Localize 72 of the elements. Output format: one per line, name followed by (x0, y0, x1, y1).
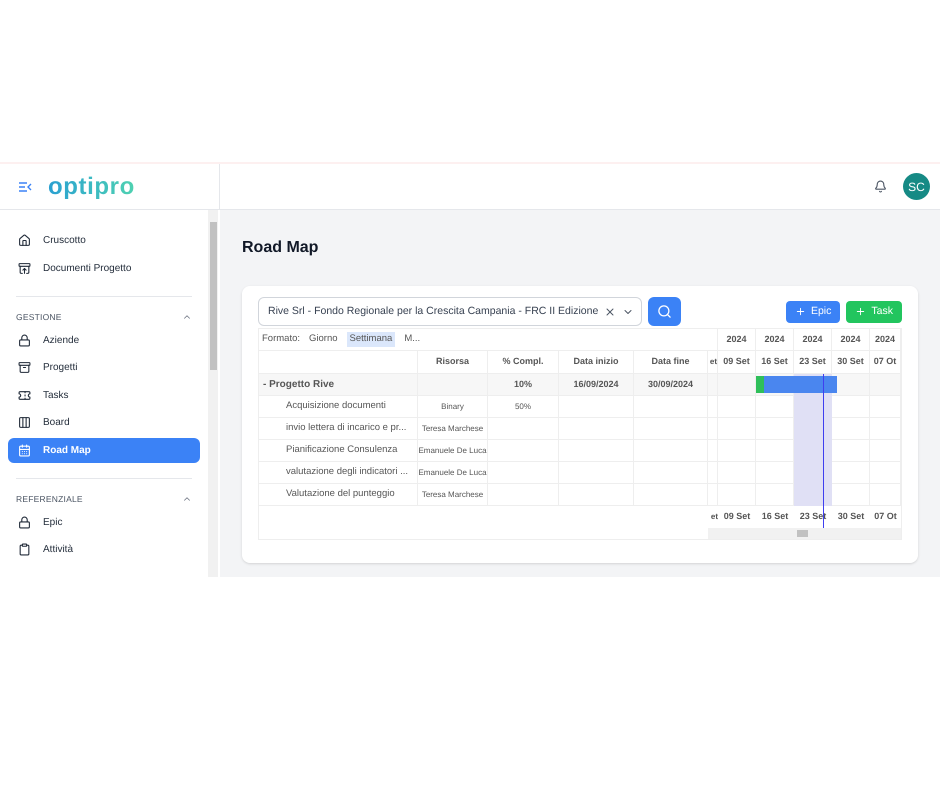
project-select[interactable]: Rive Srl - Fondo Regionale per la Crescita Campania - FRC II Edizione (258, 297, 642, 326)
plus-icon (794, 306, 806, 317)
format-option[interactable]: Settimana (346, 332, 396, 347)
year-header: 2024 (832, 329, 870, 350)
table-cell[interactable]: invio lettera di incarico e pr... (259, 421, 406, 436)
nav-item[interactable]: Aziende (8, 328, 200, 353)
column-header: Data inizio (559, 351, 634, 373)
nav-item[interactable]: Tasks (8, 382, 200, 408)
format-label: Formato: (262, 332, 300, 346)
week-label: 07 Ot (873, 510, 898, 524)
table-cell-text: 10% (514, 378, 532, 391)
nav-icon (18, 516, 31, 528)
nav-icon (18, 543, 31, 556)
sidebar-toggle-icon[interactable] (18, 182, 32, 192)
nav-item[interactable]: Road Map (8, 438, 200, 463)
week-label: 30 Set (836, 510, 866, 524)
week-header: 09 Set (718, 351, 756, 373)
year-header: 2024 (870, 329, 901, 350)
section-title: REFERENZIALE (16, 492, 83, 506)
week-label: 16 Set (760, 510, 790, 524)
table-cell[interactable]: - Progetto Rive (259, 377, 338, 392)
nav-item[interactable]: Epic (8, 510, 200, 534)
column-header: % Compl. (488, 351, 559, 373)
clear-icon[interactable] (604, 306, 616, 318)
year-header: 2024 (794, 329, 832, 350)
sidebar-scrollbar[interactable] (208, 210, 218, 577)
table-cell: 50% (514, 400, 531, 412)
nav-item[interactable]: Documenti Progetto (8, 256, 200, 281)
format-option[interactable]: Giorno (306, 332, 341, 347)
week-header: 23 Set (794, 351, 832, 373)
nav-icon (18, 334, 31, 347)
table-cell: Teresa Marchese (422, 422, 484, 434)
table-cell[interactable]: Acquisizione documenti (259, 399, 386, 414)
week-header: 30 Set (832, 351, 870, 373)
table-cell: Emanuele De Luca (418, 466, 487, 478)
week-header: et (708, 351, 718, 373)
year-header: 2024 (718, 329, 756, 350)
section-title: GESTIONE (16, 311, 62, 324)
horizontal-scrollbar[interactable] (708, 528, 901, 539)
search-button[interactable] (648, 297, 681, 326)
table-cell: Binary (441, 400, 464, 412)
column-header: Risorsa (418, 351, 488, 373)
format-option[interactable]: M... (401, 332, 424, 347)
user-avatar[interactable]: SC (903, 173, 930, 200)
nav-icon (18, 388, 31, 402)
table-cell-text: 30/09/2024 (648, 378, 694, 391)
table-cell[interactable]: Pianificazione Consulenza (259, 443, 398, 458)
nav-icon (18, 262, 31, 275)
year-header: 2024 (756, 329, 794, 350)
add-epic-button[interactable]: Epic (786, 300, 840, 322)
table-cell[interactable]: valutazione degli indicatori ... (259, 465, 408, 480)
nav-icon (18, 444, 31, 457)
page-title: Road Map (242, 238, 320, 258)
column-header: Data fine (634, 351, 708, 373)
week-label: et (710, 511, 718, 523)
nav-icon (18, 361, 31, 374)
plus-icon (855, 306, 866, 317)
table-cell: Emanuele De Luca (418, 444, 487, 456)
nav-icon (18, 234, 31, 247)
notification-bell-icon[interactable] (874, 180, 887, 193)
nav-item[interactable]: Board (8, 410, 200, 436)
search-icon (657, 304, 672, 319)
nav-icon (18, 416, 31, 430)
week-header: 16 Set (756, 351, 794, 373)
week-label: 09 Set (722, 510, 752, 524)
table-cell[interactable]: Valutazione del punteggio (259, 487, 395, 502)
nav-item[interactable]: Cruscotto (8, 228, 200, 253)
nav-item[interactable]: Progetti (8, 355, 200, 380)
week-header: 07 Ot (870, 351, 901, 373)
table-cell: Teresa Marchese (422, 488, 484, 500)
nav-item[interactable]: Attività (8, 537, 200, 562)
table-cell-text: 16/09/2024 (573, 378, 619, 391)
